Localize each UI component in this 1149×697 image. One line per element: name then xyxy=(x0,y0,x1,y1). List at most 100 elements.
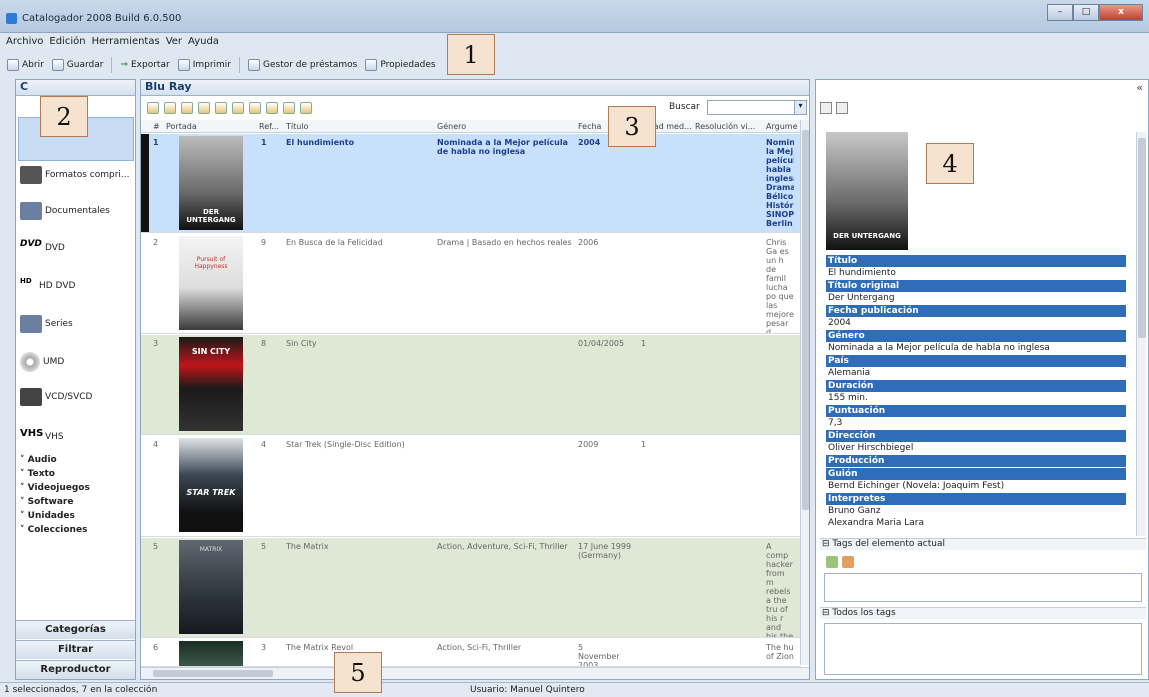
col-number[interactable]: # xyxy=(153,122,160,131)
maximize-button[interactable]: □ xyxy=(1073,4,1099,21)
category-label: Series xyxy=(45,319,73,329)
col-argumento[interactable]: Argume xyxy=(766,122,797,131)
export-icon: ⇒ xyxy=(120,60,128,70)
add-tag-icon[interactable] xyxy=(826,556,838,568)
col-ref[interactable]: Ref... xyxy=(259,122,279,131)
current-row-marker xyxy=(141,134,149,232)
binoculars-icon[interactable] xyxy=(232,102,244,114)
col-resolucion[interactable]: Resolución vi... xyxy=(695,122,755,131)
export-button[interactable]: ⇒ Exportar xyxy=(117,60,172,70)
scroll-thumb[interactable] xyxy=(1138,138,1146,338)
section-software[interactable]: ˅ Software xyxy=(20,497,73,507)
web-icon[interactable] xyxy=(215,102,227,114)
category-series[interactable]: Series xyxy=(20,315,73,333)
collection-toolbar: Buscar ▾ xyxy=(141,97,809,119)
row-number: 2 xyxy=(153,238,159,247)
menu-ayuda[interactable]: Ayuda xyxy=(188,36,219,52)
category-dvd[interactable]: DVD DVD xyxy=(20,239,65,257)
row-genre: Action, Adventure, Sci-Fi, Thriller xyxy=(437,542,568,551)
menu-ver[interactable]: Ver xyxy=(166,36,182,52)
category-vhs[interactable]: VHS VHS xyxy=(20,428,64,446)
loan-manager-button[interactable]: Gestor de préstamos xyxy=(245,59,360,71)
main-toolbar: Abrir Guardar ⇒ Exportar Imprimir Gestor … xyxy=(0,55,439,75)
properties-button[interactable]: Propiedades xyxy=(362,59,438,71)
cover-image: STAR TREK xyxy=(179,438,243,532)
category-vcd[interactable]: VCD/SVCD xyxy=(20,388,93,406)
all-tags-box[interactable] xyxy=(824,623,1142,675)
menu-herramientas[interactable]: Herramientas xyxy=(92,36,160,52)
cover-image xyxy=(179,641,243,666)
col-genero[interactable]: Género xyxy=(437,122,466,131)
tab-reproductor[interactable]: Reproductor xyxy=(16,660,135,679)
col-titulo[interactable]: Título xyxy=(286,122,308,131)
table-row[interactable]: 3 SIN CITY 8 Sin City 01/04/2005 1 xyxy=(141,335,801,435)
row-number: 5 xyxy=(153,542,159,551)
category-documentales[interactable]: Documentales xyxy=(20,202,110,220)
grid-view-icon[interactable] xyxy=(300,102,312,114)
row-date: 17 June 1999 (Germany) xyxy=(578,542,632,560)
collapse-pane-button[interactable]: « xyxy=(1136,81,1143,94)
selection-status: 1 seleccionados, 7 en la colección xyxy=(4,685,158,695)
print-icon[interactable] xyxy=(820,102,832,114)
table-row[interactable]: 6 3 The Matrix Revol Action, Sci-Fi, Thr… xyxy=(141,639,801,667)
new-item-icon[interactable] xyxy=(147,102,159,114)
row-title: El hundimiento xyxy=(286,138,355,147)
category-hddvd[interactable]: HD HD DVD xyxy=(20,277,75,295)
remove-tag-icon[interactable] xyxy=(842,556,854,568)
edit-item-icon[interactable] xyxy=(164,102,176,114)
grid-horizontal-scrollbar[interactable] xyxy=(141,667,809,679)
row-quality: 1 xyxy=(641,440,647,449)
field-label: Interpretes xyxy=(826,493,1126,505)
chevron-down-icon[interactable]: ▾ xyxy=(794,101,806,114)
col-fecha[interactable]: Fecha xyxy=(578,122,601,131)
refresh-icon[interactable] xyxy=(283,102,295,114)
section-audio[interactable]: ˅ Audio xyxy=(20,455,57,465)
section-videojuegos[interactable]: ˅ Videojuegos xyxy=(20,483,90,493)
row-number: 4 xyxy=(153,440,159,449)
save-button[interactable]: Guardar xyxy=(49,59,107,71)
table-row[interactable]: 4 STAR TREK 4 Star Trek (Single-Disc Edi… xyxy=(141,436,801,537)
detail-fields: Título El hundimiento Título original De… xyxy=(826,254,1126,529)
table-row[interactable]: 2 Pursuit of Happyness 9 En Busca de la … xyxy=(141,234,801,334)
section-colecciones[interactable]: ˅ Colecciones xyxy=(20,525,87,535)
print-button[interactable]: Imprimir xyxy=(175,59,234,71)
field-label: Título xyxy=(826,255,1126,267)
menu-archivo[interactable]: Archivo xyxy=(6,36,43,52)
grid-vertical-scrollbar[interactable] xyxy=(800,120,809,665)
table-row[interactable]: 5 MATRIX 5 The Matrix Action, Adventure,… xyxy=(141,538,801,638)
scroll-thumb[interactable] xyxy=(802,130,809,510)
col-portada[interactable]: Portada xyxy=(166,122,197,131)
section-texto[interactable]: ˅ Texto xyxy=(20,469,55,479)
app-icon xyxy=(6,13,17,24)
lock-icon[interactable] xyxy=(249,102,261,114)
film-reel-icon xyxy=(20,202,42,220)
export-item-icon[interactable] xyxy=(266,102,278,114)
category-umd[interactable]: UMD xyxy=(20,352,64,372)
field-label: Título original xyxy=(826,280,1126,292)
all-tags-header[interactable]: ⊟ Todos los tags xyxy=(820,607,1146,619)
window-title: Catalogador 2008 Build 6.0.500 xyxy=(22,13,182,24)
tab-categorias[interactable]: Categorías xyxy=(16,620,135,639)
row-title: The Matrix Revol xyxy=(286,643,354,652)
tab-filtrar[interactable]: Filtrar xyxy=(16,640,135,659)
open-icon xyxy=(7,59,19,71)
field-label: Puntuación xyxy=(826,405,1126,417)
current-tags-box[interactable] xyxy=(824,573,1142,602)
hddvd-logo-icon: HD xyxy=(20,277,32,285)
close-button[interactable]: x xyxy=(1099,4,1143,21)
section-unidades[interactable]: ˅ Unidades xyxy=(20,511,75,521)
menu-edicion[interactable]: Edición xyxy=(49,36,85,52)
category-formatos[interactable]: Formatos compri... xyxy=(20,166,130,184)
scan-icon[interactable] xyxy=(198,102,210,114)
current-tags-header[interactable]: ⊟ Tags del elemento actual xyxy=(820,538,1146,550)
section-label: Texto xyxy=(27,469,55,479)
minimize-button[interactable]: – xyxy=(1047,4,1073,21)
table-row[interactable]: 1 DER UNTERGANG 1 El hundimiento Nominad… xyxy=(141,134,801,233)
detail-scrollbar[interactable] xyxy=(1136,132,1146,536)
loan-icon xyxy=(248,59,260,71)
search-input[interactable]: ▾ xyxy=(707,100,807,115)
delete-item-icon[interactable] xyxy=(181,102,193,114)
scroll-thumb[interactable] xyxy=(153,670,273,677)
preview-icon[interactable] xyxy=(836,102,848,114)
open-button[interactable]: Abrir xyxy=(4,59,47,71)
